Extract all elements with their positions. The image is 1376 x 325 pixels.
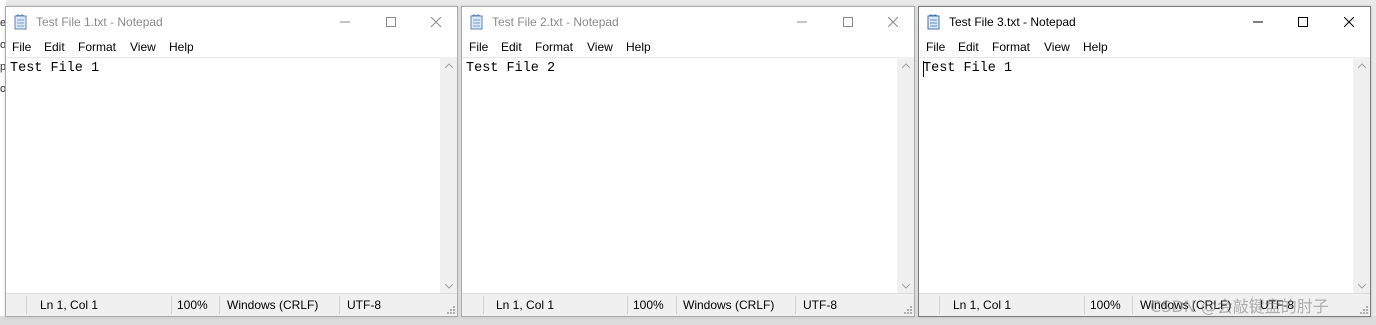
minimize-icon [340, 21, 350, 23]
editor-content: Test File 1 [10, 61, 100, 76]
resize-grip-icon[interactable] [902, 304, 912, 314]
menu-view[interactable]: View [1044, 40, 1070, 54]
chevron-down-icon [901, 284, 910, 289]
menu-view[interactable]: View [130, 40, 156, 54]
status-encoding: UTF-8 [347, 298, 381, 312]
status-divider [339, 296, 340, 314]
notepad-icon [14, 14, 27, 30]
minimize-icon [1253, 21, 1263, 23]
notepad-icon [927, 14, 940, 30]
menu-format[interactable]: Format [78, 40, 116, 54]
chevron-down-icon [444, 284, 453, 289]
scroll-up-button[interactable] [1353, 57, 1370, 74]
close-button[interactable] [413, 7, 459, 37]
title-bar[interactable]: Test File 3.txt - Notepad [919, 7, 1370, 37]
notepad-window-1[interactable]: Test File 1.txt - Notepad File Edit Form… [5, 6, 458, 317]
close-icon [431, 17, 441, 27]
status-line-endings: Windows (CRLF) [683, 298, 775, 312]
status-divider [939, 296, 940, 314]
vertical-scrollbar[interactable] [440, 57, 457, 295]
menu-help[interactable]: Help [1083, 40, 1108, 54]
status-position: Ln 1, Col 1 [496, 298, 555, 312]
menu-file[interactable]: File [469, 40, 488, 54]
editor-content: Test File 1 [923, 61, 1013, 76]
minimize-icon [797, 21, 807, 23]
menu-help[interactable]: Help [626, 40, 651, 54]
window-title: Test File 3.txt - Notepad [949, 15, 1076, 29]
status-bar: Ln 1, Col 1 100% Windows (CRLF) UTF-8 [462, 293, 914, 316]
status-divider [627, 296, 628, 314]
menu-bar: File Edit Format View Help [919, 37, 1370, 57]
status-divider [676, 296, 677, 314]
status-divider [171, 296, 172, 314]
status-bar: Ln 1, Col 1 100% Windows (CRLF) UTF-8 [6, 293, 457, 316]
close-button[interactable] [1326, 7, 1372, 37]
notepad-window-2[interactable]: Test File 2.txt - Notepad File Edit Form… [461, 6, 915, 317]
chevron-up-icon [901, 63, 910, 68]
status-zoom: 100% [633, 298, 664, 312]
status-line-endings: Windows (CRLF) [227, 298, 319, 312]
menu-view[interactable]: View [587, 40, 613, 54]
minimize-button[interactable] [779, 7, 825, 37]
menu-bar: File Edit Format View Help [6, 37, 457, 57]
menu-edit[interactable]: Edit [501, 40, 522, 54]
status-divider [483, 296, 484, 314]
editor-content: Test File 2 [466, 61, 556, 76]
window-title: Test File 2.txt - Notepad [492, 15, 619, 29]
notepad-icon [470, 14, 483, 30]
menu-edit[interactable]: Edit [958, 40, 979, 54]
chevron-up-icon [1357, 63, 1366, 68]
menu-file[interactable]: File [12, 40, 31, 54]
menu-help[interactable]: Help [169, 40, 194, 54]
status-divider [26, 296, 27, 314]
status-divider [795, 296, 796, 314]
text-editor[interactable]: Test File 1 [6, 57, 440, 296]
window-title: Test File 1.txt - Notepad [36, 15, 163, 29]
scroll-up-button[interactable] [897, 57, 914, 74]
menu-bar: File Edit Format View Help [462, 37, 914, 57]
maximize-icon [1298, 17, 1308, 27]
maximize-button[interactable] [368, 7, 414, 37]
resize-grip-icon[interactable] [1358, 304, 1368, 314]
status-zoom: 100% [1090, 298, 1121, 312]
text-editor[interactable]: Test File 2 [462, 57, 897, 296]
watermark: CSDN @会敲键盘的肘子 [1150, 297, 1329, 316]
status-zoom: 100% [177, 298, 208, 312]
close-button[interactable] [870, 7, 916, 37]
minimize-button[interactable] [322, 7, 368, 37]
chevron-down-icon [1357, 284, 1366, 289]
close-icon [888, 17, 898, 27]
title-bar[interactable]: Test File 2.txt - Notepad [462, 7, 914, 37]
maximize-button[interactable] [825, 7, 871, 37]
scroll-up-button[interactable] [440, 57, 457, 74]
menu-file[interactable]: File [926, 40, 945, 54]
menu-edit[interactable]: Edit [44, 40, 65, 54]
text-editor[interactable]: Test File 1 [919, 57, 1353, 296]
title-bar[interactable]: Test File 1.txt - Notepad [6, 7, 457, 37]
status-divider [219, 296, 220, 314]
close-icon [1344, 17, 1354, 27]
status-divider [1132, 296, 1133, 314]
taskbar-edge [0, 316, 1376, 325]
menu-format[interactable]: Format [992, 40, 1030, 54]
status-position: Ln 1, Col 1 [953, 298, 1012, 312]
vertical-scrollbar[interactable] [1353, 57, 1370, 295]
status-position: Ln 1, Col 1 [40, 298, 99, 312]
notepad-window-3[interactable]: Test File 3.txt - Notepad File Edit Form… [918, 6, 1371, 317]
chevron-up-icon [444, 63, 453, 68]
maximize-icon [386, 17, 396, 27]
vertical-scrollbar[interactable] [897, 57, 914, 295]
minimize-button[interactable] [1235, 7, 1281, 37]
menu-format[interactable]: Format [535, 40, 573, 54]
maximize-icon [843, 17, 853, 27]
maximize-button[interactable] [1280, 7, 1326, 37]
resize-grip-icon[interactable] [445, 304, 455, 314]
status-encoding: UTF-8 [803, 298, 837, 312]
status-divider [1084, 296, 1085, 314]
